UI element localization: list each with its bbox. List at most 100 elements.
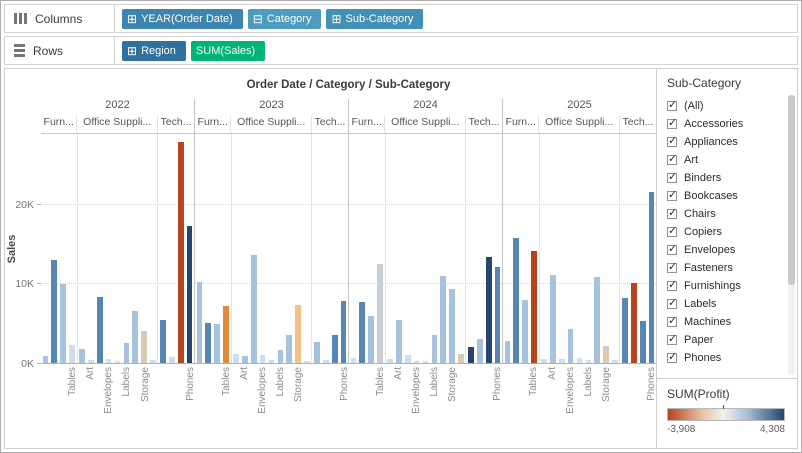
bar-2025-15[interactable] xyxy=(631,283,637,363)
bar-2025-6[interactable] xyxy=(550,275,556,363)
bar-2023-15[interactable] xyxy=(323,360,329,363)
bar-2024-6[interactable] xyxy=(396,320,402,363)
bar-2022-13[interactable] xyxy=(150,360,156,363)
filter-item-copiers[interactable]: Copiers xyxy=(667,223,783,241)
pill-category[interactable]: ⊟Category xyxy=(248,9,322,29)
filter-item-chairs[interactable]: Chairs xyxy=(667,205,783,223)
bar-2025-7[interactable] xyxy=(559,359,565,363)
bar-2025-14[interactable] xyxy=(622,298,628,363)
bar-2024-2[interactable] xyxy=(359,302,365,363)
bar-2023-2[interactable] xyxy=(205,323,211,363)
bar-2025-4[interactable] xyxy=(531,251,537,363)
bar-2023-10[interactable] xyxy=(278,350,284,363)
expand-plus-icon[interactable]: ⊞ xyxy=(331,13,341,25)
bar-2022-5[interactable] xyxy=(79,349,85,363)
expand-plus-icon[interactable]: ⊞ xyxy=(127,13,137,25)
bar-2022-10[interactable] xyxy=(124,343,130,363)
checkbox[interactable] xyxy=(667,101,677,111)
pill-sum-sales[interactable]: SUM(Sales) xyxy=(191,41,265,61)
profit-color-gradient[interactable] xyxy=(667,408,785,421)
filter-scrollbar[interactable] xyxy=(788,95,795,375)
checkbox[interactable] xyxy=(667,281,677,291)
pill-year-order-date[interactable]: ⊞YEAR(Order Date) xyxy=(122,9,243,29)
filter-item-fasteners[interactable]: Fasteners xyxy=(667,259,783,277)
bar-2024-3[interactable] xyxy=(368,316,374,363)
bar-2025-1[interactable] xyxy=(505,341,511,363)
bar-2023-16[interactable] xyxy=(332,335,338,363)
pill-sub-category[interactable]: ⊞Sub-Category xyxy=(326,9,423,29)
bar-2024-12[interactable] xyxy=(449,289,455,363)
bar-2025-5[interactable] xyxy=(541,359,547,363)
filter-item-accessories[interactable]: Accessories xyxy=(667,115,783,133)
bar-2023-12[interactable] xyxy=(295,305,301,363)
rows-pills-area[interactable]: ⊞RegionSUM(Sales) xyxy=(115,37,797,64)
bar-2025-10[interactable] xyxy=(586,360,592,363)
bar-2025-16[interactable] xyxy=(640,321,646,363)
checkbox[interactable] xyxy=(667,119,677,129)
checkbox[interactable] xyxy=(667,245,677,255)
checkbox[interactable] xyxy=(667,155,677,165)
scrollbar-thumb[interactable] xyxy=(788,95,795,285)
bar-2023-13[interactable] xyxy=(304,361,310,363)
bar-2023-9[interactable] xyxy=(269,360,275,363)
pill-region[interactable]: ⊞Region xyxy=(122,41,186,61)
bar-2024-15[interactable] xyxy=(477,339,483,363)
bar-2022-1[interactable] xyxy=(43,356,49,363)
bar-2023-3[interactable] xyxy=(214,324,220,363)
bar-2022-8[interactable] xyxy=(106,359,112,363)
checkbox[interactable] xyxy=(667,299,677,309)
bar-2022-4[interactable] xyxy=(69,345,75,363)
filter-item-art[interactable]: Art xyxy=(667,151,783,169)
bar-2023-8[interactable] xyxy=(260,355,266,363)
bar-2025-12[interactable] xyxy=(603,346,609,363)
bar-2022-14[interactable] xyxy=(160,320,166,363)
filter-item-bookcases[interactable]: Bookcases xyxy=(667,187,783,205)
bar-2025-17[interactable] xyxy=(649,192,655,363)
collapse-minus-icon[interactable]: ⊟ xyxy=(253,13,263,25)
checkbox[interactable] xyxy=(667,317,677,327)
bar-2022-15[interactable] xyxy=(169,357,175,363)
bar-2024-13[interactable] xyxy=(458,354,464,363)
filter-item-binders[interactable]: Binders xyxy=(667,169,783,187)
bar-2024-8[interactable] xyxy=(414,361,420,363)
checkbox[interactable] xyxy=(667,263,677,273)
columns-pills-area[interactable]: ⊞YEAR(Order Date)⊟Category⊞Sub-Category xyxy=(115,5,797,32)
checkbox[interactable] xyxy=(667,209,677,219)
bar-2022-9[interactable] xyxy=(115,361,121,363)
bar-2022-6[interactable] xyxy=(88,360,94,363)
checkbox[interactable] xyxy=(667,353,677,363)
bar-2023-7[interactable] xyxy=(251,255,257,363)
bar-2024-5[interactable] xyxy=(387,359,393,363)
bar-2024-7[interactable] xyxy=(405,355,411,363)
bar-2022-3[interactable] xyxy=(60,284,66,363)
bar-2023-4[interactable] xyxy=(223,306,229,363)
bar-2025-11[interactable] xyxy=(594,277,600,363)
bar-2025-13[interactable] xyxy=(612,360,618,363)
bar-2024-16[interactable] xyxy=(486,257,492,363)
checkbox[interactable] xyxy=(667,173,677,183)
bar-2023-17[interactable] xyxy=(341,301,347,363)
checkbox[interactable] xyxy=(667,335,677,345)
checkbox[interactable] xyxy=(667,137,677,147)
filter-item-paper[interactable]: Paper xyxy=(667,331,783,349)
bar-2024-17[interactable] xyxy=(495,267,501,363)
bar-2022-17[interactable] xyxy=(187,226,193,363)
bar-2022-11[interactable] xyxy=(132,311,138,363)
bar-2024-11[interactable] xyxy=(440,276,446,363)
bar-2023-5[interactable] xyxy=(233,354,239,363)
checkbox[interactable] xyxy=(667,191,677,201)
filter-item-furnishings[interactable]: Furnishings xyxy=(667,277,783,295)
bar-2025-9[interactable] xyxy=(577,358,583,363)
bar-2022-2[interactable] xyxy=(51,260,57,363)
bar-2024-1[interactable] xyxy=(351,358,357,363)
filter-item-labels[interactable]: Labels xyxy=(667,295,783,313)
bar-2022-12[interactable] xyxy=(141,331,147,363)
checkbox[interactable] xyxy=(667,227,677,237)
filter-item-all[interactable]: (All) xyxy=(667,97,783,115)
filter-item-envelopes[interactable]: Envelopes xyxy=(667,241,783,259)
bar-2023-14[interactable] xyxy=(314,342,320,363)
bar-2025-8[interactable] xyxy=(568,329,574,363)
bar-2024-14[interactable] xyxy=(468,347,474,363)
bar-2024-9[interactable] xyxy=(423,361,429,363)
bar-2023-6[interactable] xyxy=(242,356,248,363)
